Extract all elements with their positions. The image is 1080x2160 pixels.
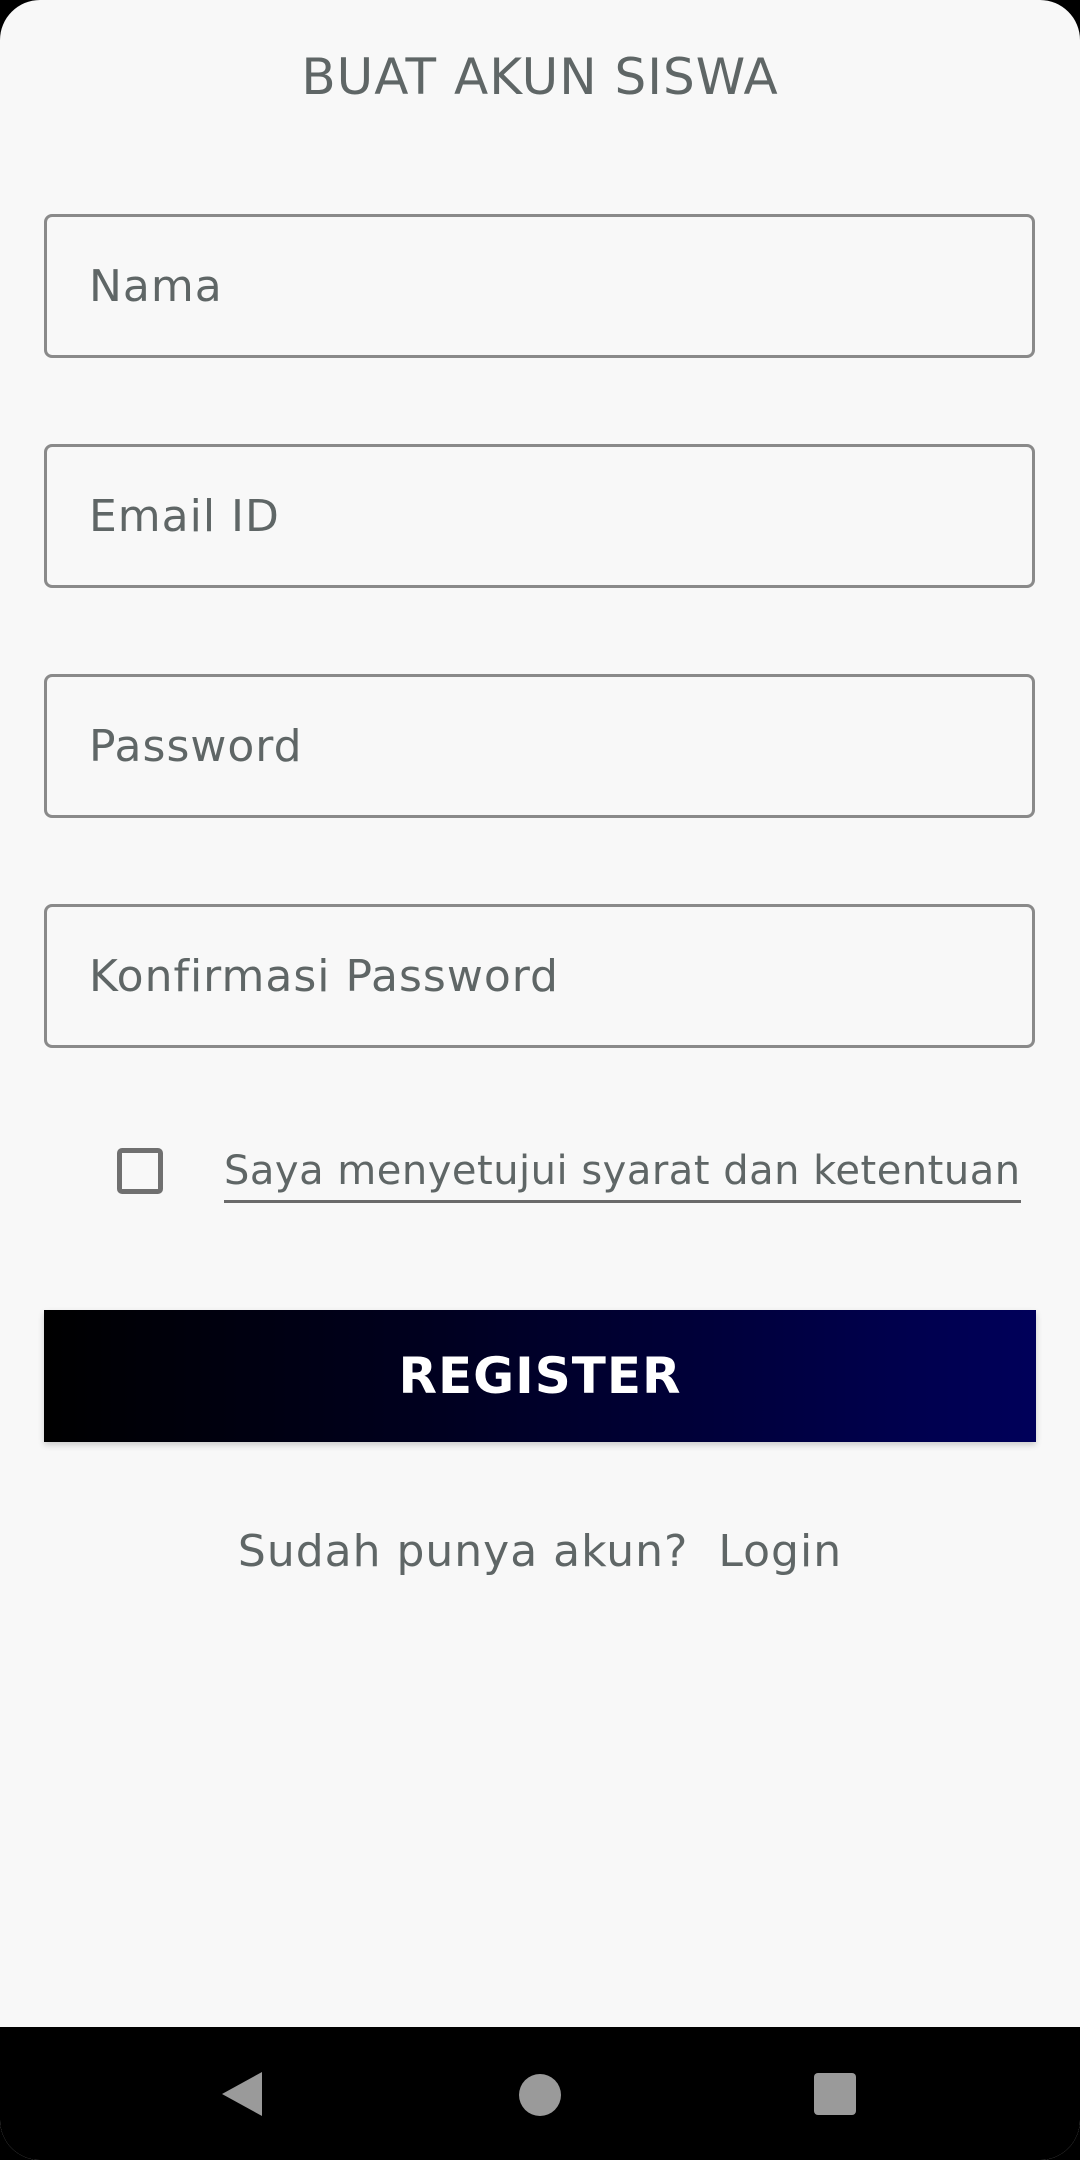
recents-square-icon[interactable]	[814, 2073, 856, 2115]
name-input-placeholder: Nama	[89, 260, 223, 312]
home-circle-icon[interactable]	[519, 2074, 561, 2116]
password-input[interactable]: Password	[44, 674, 1035, 818]
terms-link[interactable]: Saya menyetujui syarat dan ketentuan	[224, 1148, 1021, 1203]
register-button-label: REGISTER	[398, 1347, 682, 1405]
confirm-password-input[interactable]: Konfirmasi Password	[44, 904, 1035, 1048]
login-prompt: Sudah punya akun? Login	[0, 1526, 1080, 1577]
terms-checkbox[interactable]	[117, 1148, 163, 1194]
email-input[interactable]: Email ID	[44, 444, 1035, 588]
page-title: BUAT AKUN SISWA	[301, 48, 779, 106]
register-screen: BUAT AKUN SISWA Nama Email ID Password K…	[0, 0, 1080, 2160]
password-input-placeholder: Password	[89, 720, 303, 772]
system-navigation-bar	[0, 2027, 1080, 2160]
name-input[interactable]: Nama	[44, 214, 1035, 358]
have-account-text: Sudah punya akun?	[237, 1526, 689, 1577]
login-link[interactable]: Login	[718, 1526, 842, 1577]
terms-row: Saya menyetujui syarat dan ketentuan	[0, 1140, 1080, 1220]
email-input-placeholder: Email ID	[89, 490, 280, 542]
register-button[interactable]: REGISTER	[44, 1310, 1036, 1442]
confirm-password-input-placeholder: Konfirmasi Password	[89, 950, 559, 1002]
back-triangle-icon[interactable]	[222, 2072, 262, 2116]
